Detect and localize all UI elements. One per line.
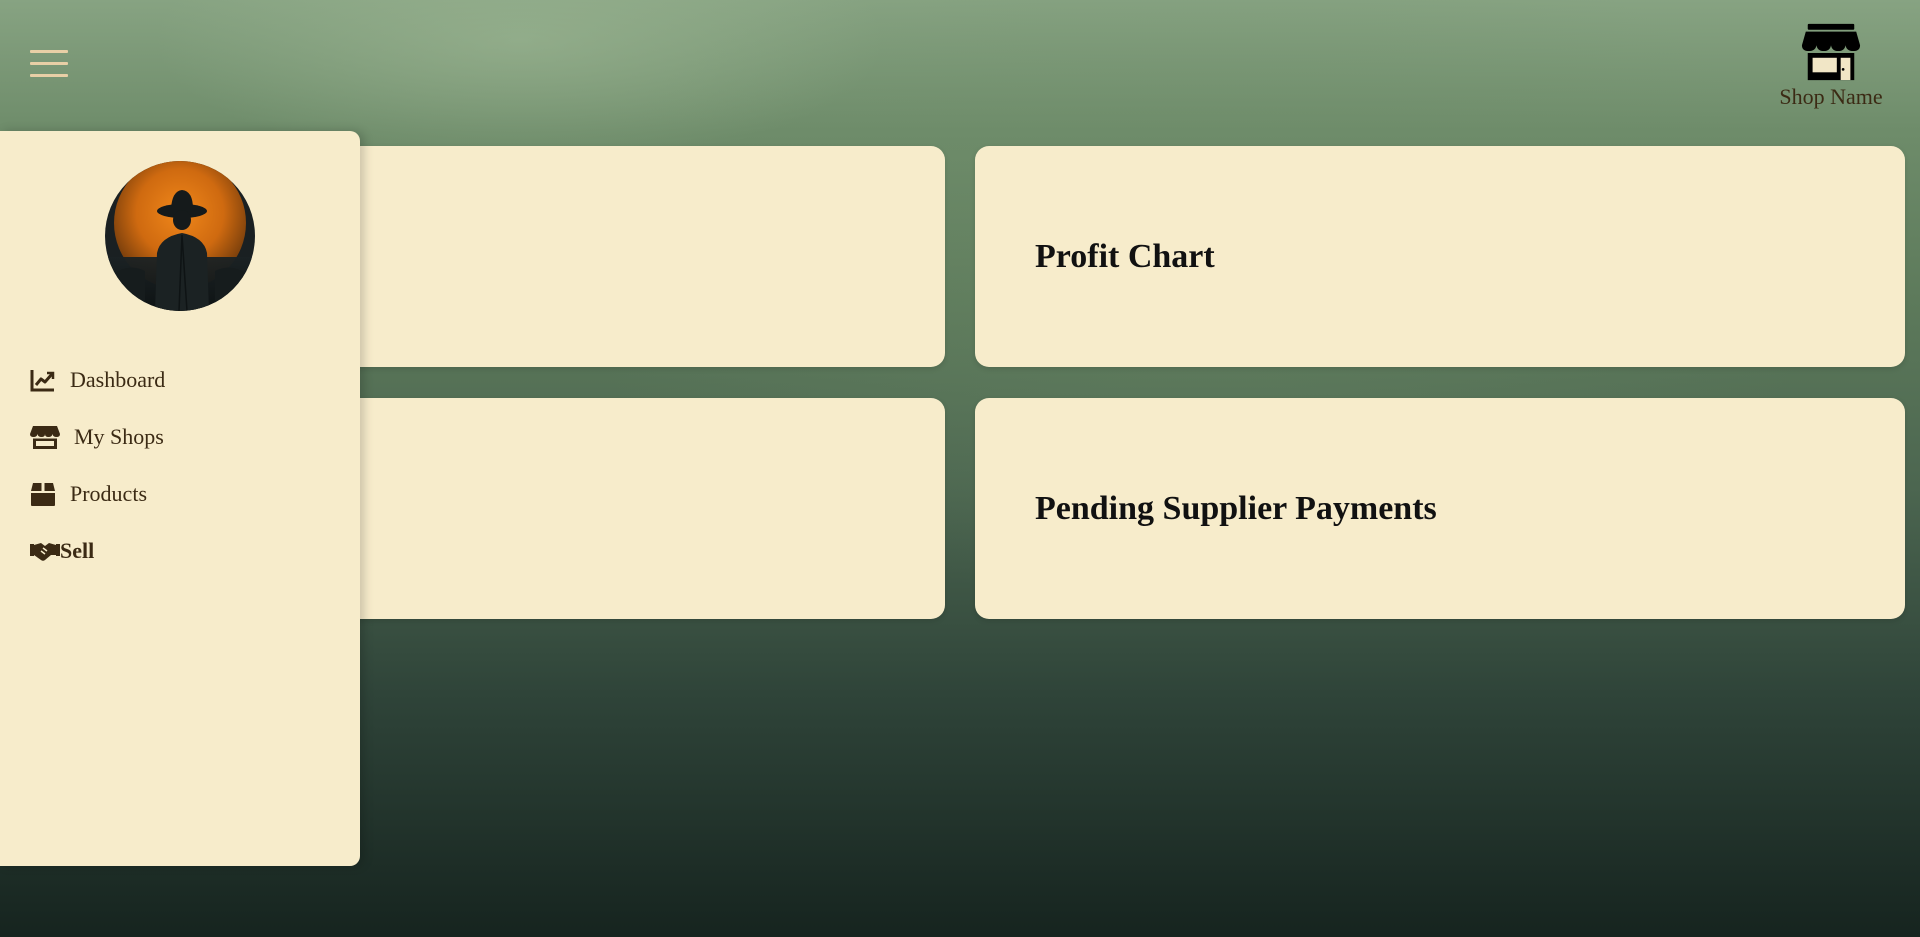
dashboard-card-top-left: [300, 146, 945, 367]
profit-chart-title: Profit Chart: [1035, 237, 1215, 275]
store-icon: [1801, 23, 1861, 81]
store-icon: [30, 425, 60, 449]
handshake-icon: [30, 542, 60, 561]
sidebar-item-my-shops[interactable]: My Shops: [30, 408, 165, 465]
sidebar-nav: Dashboard My Shops Products Sell: [30, 351, 165, 579]
shop-badge[interactable]: Shop Name: [1766, 20, 1896, 110]
hamburger-line: [30, 74, 68, 77]
pending-supplier-payments-title: Pending Supplier Payments: [1035, 489, 1437, 527]
hamburger-menu-icon[interactable]: [30, 48, 68, 80]
box-icon: [31, 482, 55, 506]
sidebar-item-label: Products: [70, 480, 147, 506]
sidebar-item-label: My Shops: [74, 423, 164, 449]
shop-name: Shop Name: [1779, 84, 1883, 109]
sidebar-item-label: Sell: [60, 537, 95, 563]
sidebar-item-products[interactable]: Products: [30, 465, 165, 522]
sidebar: Dashboard My Shops Products Sell: [0, 131, 360, 866]
user-avatar[interactable]: [105, 161, 255, 311]
profit-chart-card: Profit Chart: [975, 146, 1905, 367]
hamburger-line: [30, 62, 68, 65]
hamburger-line: [30, 50, 68, 53]
avatar-image: [105, 161, 255, 311]
sidebar-item-sell[interactable]: Sell: [30, 522, 165, 579]
sidebar-item-dashboard[interactable]: Dashboard: [30, 351, 165, 408]
chart-line-icon: [30, 369, 55, 391]
pending-supplier-payments-card: Pending Supplier Payments: [975, 398, 1905, 619]
dashboard-card-bottom-left: [300, 398, 945, 619]
sidebar-item-label: Dashboard: [70, 366, 166, 392]
